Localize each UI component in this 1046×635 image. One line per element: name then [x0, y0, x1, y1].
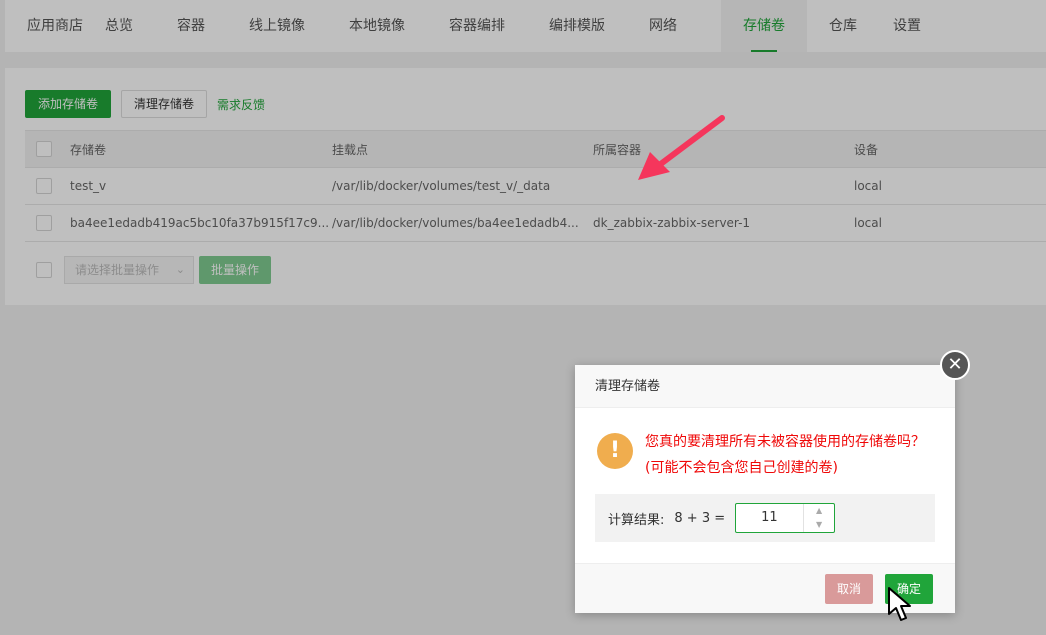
cancel-button[interactable]: 取消 [825, 574, 874, 604]
calc-label: 计算结果: [608, 512, 665, 528]
dialog-title: 清理存储卷 [575, 365, 955, 408]
calc-result-input[interactable]: 11 ▲ ▼ [735, 503, 836, 533]
calc-result-value: 11 [761, 510, 778, 525]
captcha-row: 计算结果: 8 + 3 = 11 ▲ ▼ [595, 494, 935, 542]
mouse-cursor-icon [888, 587, 911, 621]
calc-expression: 8 + 3 = [674, 510, 726, 526]
prune-volumes-dialog: 清理存储卷 ! 您真的要清理所有未被容器使用的存储卷吗？ (可能不会包含您自己创… [575, 365, 955, 613]
warning-icon: ! [597, 433, 633, 469]
warning-message: 您真的要清理所有未被容器使用的存储卷吗？ (可能不会包含您自己创建的卷) [645, 434, 925, 476]
chevron-up-icon[interactable]: ▲ [804, 504, 834, 518]
number-stepper[interactable]: ▲ ▼ [803, 504, 834, 532]
annotation-arrow-icon [638, 115, 725, 180]
close-icon[interactable]: ✕ [940, 350, 970, 380]
warning-message-row: ! 您真的要清理所有未被容器使用的存储卷吗？ (可能不会包含您自己创建的卷) [597, 433, 935, 481]
chevron-down-icon[interactable]: ▼ [804, 518, 834, 532]
